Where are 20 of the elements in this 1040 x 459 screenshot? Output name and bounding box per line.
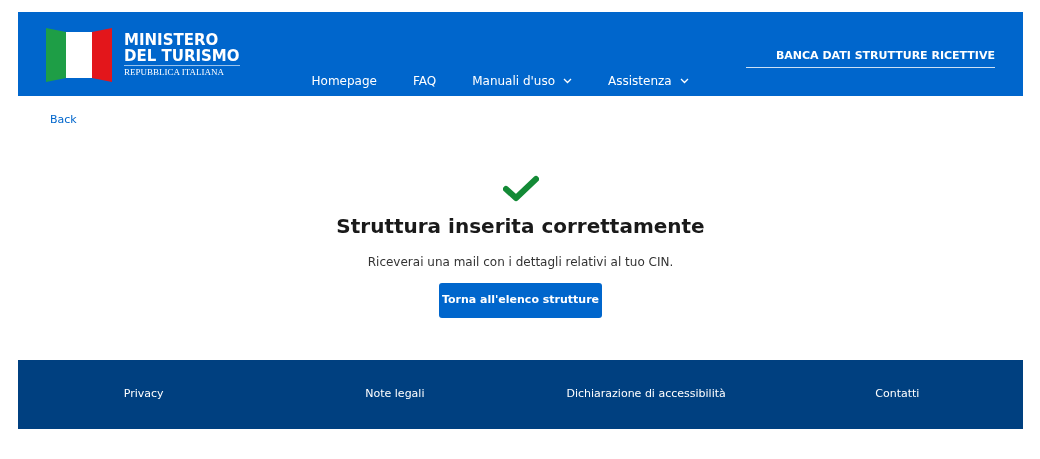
ministry-name: DEL TURISMO — [124, 48, 240, 66]
back-link[interactable]: Back — [50, 112, 77, 129]
nav-link[interactable]: Homepage — [311, 72, 377, 90]
footer-link[interactable]: Note legali — [365, 386, 425, 403]
footer-link[interactable]: Dichiarazione di accessibilità — [566, 386, 726, 403]
checkmark-icon — [502, 174, 539, 203]
back-to-list-button[interactable]: Torna all'elenco strutture — [439, 282, 602, 318]
footer-link[interactable]: Privacy — [123, 386, 164, 403]
ministry-subtitle: REPUBBLICA ITALIANA — [124, 66, 226, 78]
chevron-down-icon — [563, 78, 573, 84]
chevron-down-icon — [679, 78, 689, 84]
flag-icon — [46, 26, 112, 84]
ministry-name: MINISTERO — [124, 33, 220, 48]
nav-link[interactable]: FAQ — [412, 72, 437, 90]
footer-link[interactable]: Contatti — [875, 386, 920, 403]
success-title: Struttura inserita correttamente — [336, 212, 705, 240]
success-message: Riceverai una mail con i dettagli relativi al tuo CIN. — [367, 253, 674, 271]
service-link[interactable]: BANCA DATI STRUTTURE RICETTIVE — [745, 48, 995, 68]
nav-link[interactable]: Assistenza — [608, 72, 689, 90]
nav-link[interactable]: Manuali d'uso — [472, 72, 573, 90]
